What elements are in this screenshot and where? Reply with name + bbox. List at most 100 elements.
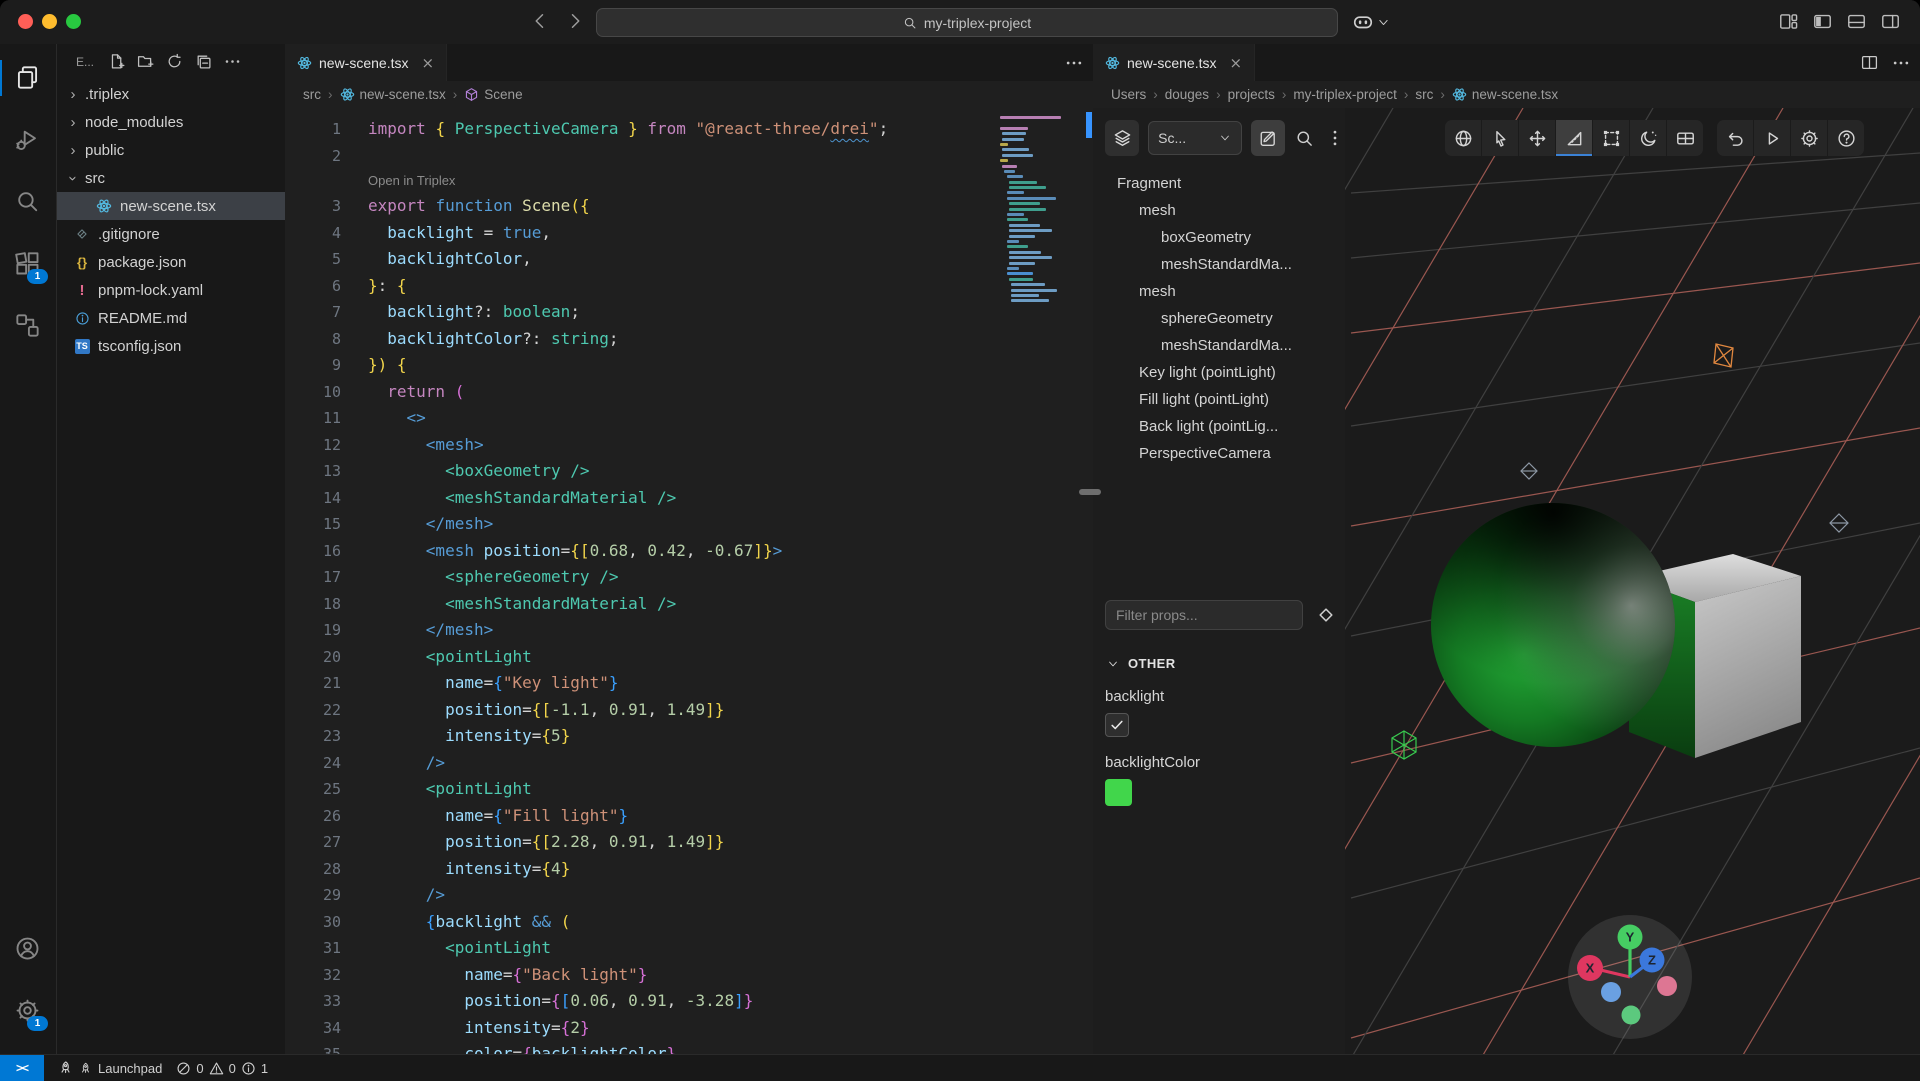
code-line[interactable]: 31 <pointLight [285, 935, 1093, 962]
breadcrumb-item[interactable]: src [303, 87, 321, 102]
refresh-icon[interactable] [166, 53, 184, 71]
panel-bottom-icon[interactable] [1847, 12, 1866, 31]
remote-indicator[interactable]: >< [0, 1055, 44, 1081]
copilot-menu-button[interactable] [1352, 11, 1391, 33]
tool-frames-button[interactable] [1666, 120, 1703, 156]
code-line[interactable]: 11 <> [285, 405, 1093, 432]
tab-close-icon[interactable]: × [421, 54, 434, 72]
code-line[interactable]: 34 intensity={2} [285, 1015, 1093, 1042]
kebab-h-icon[interactable] [224, 53, 242, 71]
new-file-icon[interactable] [108, 53, 126, 71]
gizmo-neg-y[interactable] [1622, 1006, 1641, 1025]
activitybar-symbols[interactable] [0, 300, 56, 352]
tool-undo-button[interactable] [1717, 120, 1753, 156]
breadcrumb-item[interactable]: Scene [464, 87, 522, 102]
code-line[interactable]: 4 backlight = true, [285, 220, 1093, 247]
scrollbar[interactable] [1086, 112, 1092, 138]
new-folder-icon[interactable] [137, 53, 155, 71]
code-line[interactable]: 17 <sphereGeometry /> [285, 564, 1093, 591]
breadcrumb-item[interactable]: src [1415, 87, 1433, 102]
code-line[interactable]: 25 <pointLight [285, 776, 1093, 803]
triplex-tab-new-scene[interactable]: new-scene.tsx × [1093, 44, 1255, 81]
file-item--triplex[interactable]: ›.triplex [57, 80, 285, 108]
panel-more-icon[interactable] [1892, 54, 1910, 72]
activitybar-extensions[interactable]: 1 [0, 238, 56, 290]
file-item-new-scene-tsx[interactable]: new-scene.tsx [57, 192, 285, 220]
view-gizmo[interactable]: X Y Z [1568, 915, 1692, 1039]
file-item-src[interactable]: ›src [57, 164, 285, 192]
layers-button[interactable] [1105, 120, 1139, 156]
scene-kebab-icon[interactable] [1324, 127, 1345, 149]
code-line[interactable]: 12 <mesh> [285, 432, 1093, 459]
code-line[interactable]: 23 intensity={5} [285, 723, 1093, 750]
breadcrumb-item[interactable]: new-scene.tsx [340, 87, 446, 102]
activitybar-run-debug[interactable] [0, 114, 56, 166]
traffic-close-button[interactable] [18, 14, 33, 29]
code-line[interactable]: 20 <pointLight [285, 644, 1093, 671]
code-line[interactable]: 28 intensity={4} [285, 856, 1093, 883]
breadcrumb-item[interactable]: Users [1111, 87, 1146, 102]
tool-cursor-button[interactable] [1481, 120, 1518, 156]
prop-backlight-checkbox[interactable] [1105, 713, 1129, 737]
code-line[interactable]: 1import { PerspectiveCamera } from "@rea… [285, 116, 1093, 143]
problems-button[interactable]: 0 0 1 [176, 1061, 268, 1076]
code-line[interactable]: 22 position={[-1.1, 0.91, 1.49]} [285, 697, 1093, 724]
traffic-minimize-button[interactable] [42, 14, 57, 29]
code-line[interactable]: 19 </mesh> [285, 617, 1093, 644]
code-line[interactable]: 16 <mesh position={[0.68, 0.42, -0.67]}> [285, 538, 1093, 565]
activitybar-settings[interactable]: 1 [0, 985, 56, 1037]
code-line[interactable]: 3export function Scene({ [285, 193, 1093, 220]
collapse-all-icon[interactable] [195, 53, 213, 71]
prop-backlightcolor-swatch[interactable] [1105, 779, 1132, 806]
tool-help-button[interactable] [1827, 120, 1864, 156]
command-center-search[interactable]: my-triplex-project [596, 8, 1338, 37]
code-line[interactable]: 5 backlightColor, [285, 246, 1093, 273]
scene-tree-item-meshStandardMa-[interactable]: meshStandardMa... [1093, 251, 1345, 278]
panel-right-icon[interactable] [1881, 12, 1900, 31]
code-line[interactable]: 9}) { [285, 352, 1093, 379]
scene-tree-item-mesh[interactable]: mesh [1093, 278, 1345, 305]
codelens-open-in-triplex[interactable]: Open in Triplex [285, 169, 1093, 193]
scene-tree-item-Back-light-pointLig-[interactable]: Back light (pointLig... [1093, 413, 1345, 440]
activitybar-search[interactable] [0, 176, 56, 228]
file-item-tsconfig-json[interactable]: TStsconfig.json [57, 332, 285, 360]
file-item-package-json[interactable]: {}package.json [57, 248, 285, 276]
code-line[interactable]: 18 <meshStandardMaterial /> [285, 591, 1093, 618]
breadcrumb-item[interactable]: my-triplex-project [1293, 87, 1397, 102]
triplex-breadcrumb[interactable]: Users›douges›projects›my-triplex-project… [1093, 81, 1920, 108]
tool-move-button[interactable] [1518, 120, 1555, 156]
traffic-zoom-button[interactable] [66, 14, 81, 29]
gizmo-neg-x[interactable] [1657, 976, 1677, 996]
scene-tree-item-Key-light-pointLight-[interactable]: Key light (pointLight) [1093, 359, 1345, 386]
file-item-README-md[interactable]: README.md [57, 304, 285, 332]
code-line[interactable]: 15 </mesh> [285, 511, 1093, 538]
sash-handle[interactable] [1079, 489, 1101, 495]
scene-tree-item-Fragment[interactable]: Fragment [1093, 170, 1345, 197]
scene-search-icon[interactable] [1294, 127, 1315, 149]
split-editor-icon[interactable] [1860, 54, 1878, 72]
tool-moon-button[interactable] [1629, 120, 1666, 156]
nav-forward-icon[interactable] [565, 11, 587, 33]
tab-new-scene[interactable]: new-scene.tsx × [285, 44, 447, 81]
edit-scene-button[interactable] [1251, 120, 1285, 156]
code-line[interactable]: 7 backlight?: boolean; [285, 299, 1093, 326]
activitybar-explorer[interactable] [0, 52, 56, 104]
minimap[interactable] [1000, 116, 1078, 305]
code-line[interactable]: 10 return ( [285, 379, 1093, 406]
file-item-node-modules[interactable]: ›node_modules [57, 108, 285, 136]
scene-tree-item-sphereGeometry[interactable]: sphereGeometry [1093, 305, 1345, 332]
launchpad-button[interactable]: Launchpad [58, 1061, 162, 1076]
nav-back-icon[interactable] [530, 11, 552, 33]
sphere-mesh[interactable] [1431, 503, 1675, 747]
layout-icon[interactable] [1779, 12, 1798, 31]
scene-tree-item-Fill-light-pointLight-[interactable]: Fill light (pointLight) [1093, 386, 1345, 413]
code-line[interactable]: 27 position={[2.28, 0.91, 1.49]} [285, 829, 1093, 856]
scene-tree-item-boxGeometry[interactable]: boxGeometry [1093, 224, 1345, 251]
code-line[interactable]: 8 backlightColor?: string; [285, 326, 1093, 353]
helper-diamond-1[interactable] [1521, 463, 1537, 479]
code-line[interactable]: 32 name={"Back light"} [285, 962, 1093, 989]
scene-tree-item-PerspectiveCamera[interactable]: PerspectiveCamera [1093, 440, 1345, 467]
breadcrumb-item[interactable]: douges [1165, 87, 1209, 102]
point-light-helper-orange[interactable] [1714, 344, 1733, 367]
panel-left-icon[interactable] [1813, 12, 1832, 31]
